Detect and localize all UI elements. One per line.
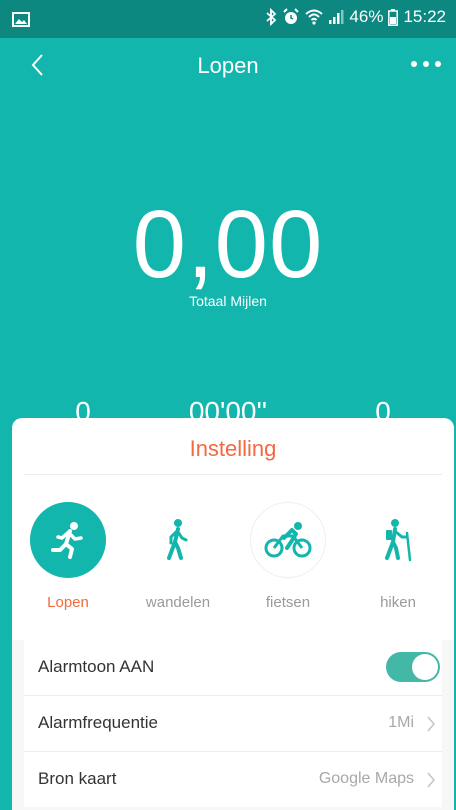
app-screen: 46% 15:22 Lopen 0,00 Totaal Mijlen 0 00' <box>0 0 456 810</box>
mode-hiking-circle <box>360 502 436 578</box>
page-title: Lopen <box>197 53 259 78</box>
setting-alarm-tone: Alarmtoon AAN <box>24 640 442 695</box>
more-dots-icon <box>411 61 441 67</box>
alarm-icon <box>283 8 300 24</box>
top-bar: Lopen <box>0 38 456 94</box>
chevron-right-icon <box>427 716 435 732</box>
mode-walking-label: wandelen <box>145 594 211 611</box>
map-source-label: Bron kaart <box>38 769 117 788</box>
alarm-tone-label: Alarmtoon AAN <box>38 657 155 676</box>
distance-label: Totaal Mijlen <box>189 293 267 309</box>
chevron-right-icon <box>427 772 435 788</box>
toggle-knob <box>412 654 438 680</box>
settings-panel: Instelling Lopen wandelen fietsen hiken … <box>12 418 454 810</box>
hiking-icon <box>385 519 412 562</box>
mode-walking-circle <box>140 502 216 578</box>
alarm-tone-toggle[interactable] <box>386 652 440 682</box>
mode-walking[interactable]: wandelen <box>128 500 228 620</box>
mode-hiking[interactable]: hiken <box>348 500 448 620</box>
running-icon <box>51 522 83 559</box>
panel-title: Instelling <box>189 436 277 461</box>
mode-running[interactable]: Lopen <box>18 500 118 620</box>
status-bar: 46% 15:22 <box>0 0 456 38</box>
bluetooth-icon <box>266 8 277 26</box>
battery-percent: 46% <box>349 7 384 26</box>
mode-running-circle <box>30 502 106 578</box>
activity-mode-selector: Lopen wandelen fietsen hiken <box>12 500 454 620</box>
setting-alarm-frequency[interactable]: Alarmfrequentie 1Mi <box>24 696 442 751</box>
wifi-icon <box>305 9 324 25</box>
battery-icon <box>388 8 399 26</box>
mode-running-label: Lopen <box>47 594 89 611</box>
setting-map-source[interactable]: Bron kaart Google Maps <box>24 752 442 807</box>
signal-icon <box>329 10 344 24</box>
distance-value: 0,00 <box>132 191 324 298</box>
alarm-frequency-value: 1Mi <box>388 714 414 731</box>
more-options-button[interactable] <box>406 54 446 74</box>
mode-cycling-label: fietsen <box>265 594 311 611</box>
gallery-notification-icon <box>12 12 30 27</box>
map-source-value: Google Maps <box>318 770 414 787</box>
mode-cycling-circle <box>250 502 326 578</box>
status-icons: 46% 15:22 <box>265 7 446 27</box>
mode-hiking-label: hiken <box>380 594 416 611</box>
divider <box>24 474 442 475</box>
cycling-icon <box>264 522 312 558</box>
mode-cycling[interactable]: fietsen <box>238 500 338 620</box>
clock: 15:22 <box>403 7 446 26</box>
walking-icon <box>167 519 188 560</box>
alarm-frequency-label: Alarmfrequentie <box>38 713 159 732</box>
